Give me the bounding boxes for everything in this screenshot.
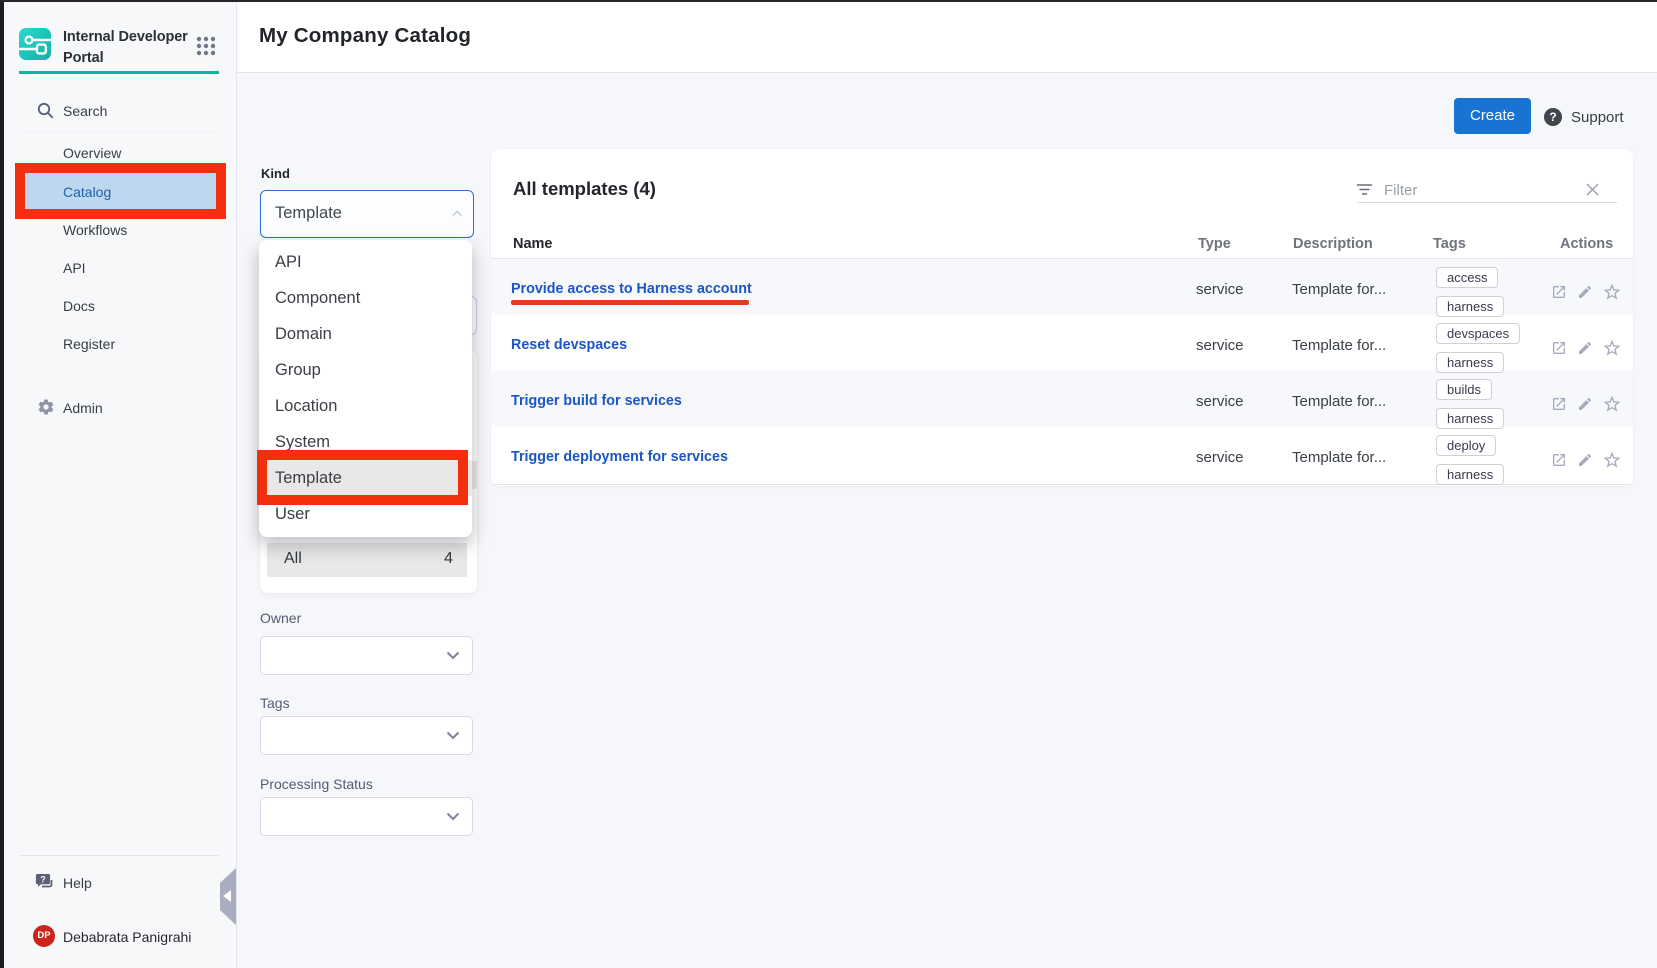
svg-text:?: ? xyxy=(40,874,46,884)
